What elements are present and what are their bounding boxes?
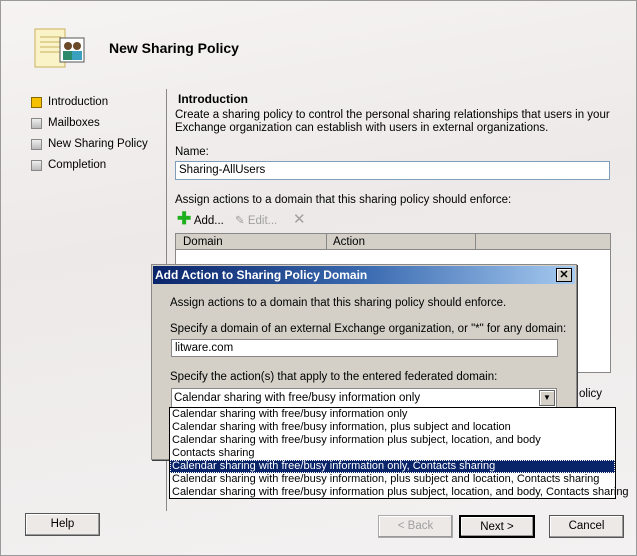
nav-item-introduction: Introduction: [48, 96, 109, 108]
step-current-icon: [31, 97, 42, 108]
description-line-1: Create a sharing policy to control the p…: [175, 109, 610, 121]
dropdown-option[interactable]: Calendar sharing with free/busy informat…: [170, 434, 615, 447]
column-header-domain[interactable]: Domain: [176, 234, 327, 250]
dropdown-option[interactable]: Contacts sharing: [170, 447, 615, 460]
close-icon[interactable]: ✕: [556, 268, 572, 282]
nav-item-new-sharing-policy: New Sharing Policy: [48, 138, 148, 150]
dropdown-option[interactable]: Calendar sharing with free/busy informat…: [170, 473, 615, 486]
dropdown-option[interactable]: Calendar sharing with free/busy informat…: [170, 486, 629, 499]
step-pending-icon: [31, 160, 42, 171]
column-header-action[interactable]: Action: [327, 234, 476, 250]
add-button[interactable]: ✚ Add...: [177, 209, 224, 228]
wizard-title: New Sharing Policy: [109, 40, 239, 56]
domain-input[interactable]: litware.com: [171, 339, 558, 357]
step-pending-icon: [31, 139, 42, 150]
action-dropdown-list[interactable]: Calendar sharing with free/busy informat…: [169, 407, 629, 499]
delete-icon[interactable]: ✕: [293, 210, 306, 228]
nav-item-mailboxes: Mailboxes: [48, 117, 100, 129]
step-pending-icon: [31, 118, 42, 129]
cancel-button[interactable]: Cancel: [549, 515, 624, 538]
action-label: Specify the action(s) that apply to the …: [170, 371, 498, 383]
wizard-window: New Sharing Policy Introduction Mailboxe…: [0, 0, 637, 556]
dropdown-option[interactable]: Calendar sharing with free/busy informat…: [170, 421, 615, 434]
column-header-empty: [476, 234, 610, 250]
edit-label: Edit...: [247, 215, 278, 227]
back-button[interactable]: < Back: [378, 515, 453, 538]
pencil-icon: ✎: [235, 215, 245, 227]
help-button[interactable]: Help: [25, 513, 100, 536]
dialog-titlebar[interactable]: Add Action to Sharing Policy Domain ✕: [153, 266, 575, 284]
chevron-down-icon[interactable]: ▼: [539, 390, 555, 406]
obscured-text: olicy: [579, 388, 603, 400]
dialog-title: Add Action to Sharing Policy Domain: [155, 268, 368, 282]
domain-label: Specify a domain of an external Exchange…: [170, 323, 567, 335]
add-label: Add...: [193, 215, 224, 227]
action-combobox-value: Calendar sharing with free/busy informat…: [174, 392, 421, 404]
sharing-policy-icon: [34, 28, 85, 68]
edit-button[interactable]: ✎ Edit...: [235, 213, 277, 227]
nav-item-completion: Completion: [48, 159, 107, 171]
description-line-2: Exchange organization can establish with…: [175, 122, 549, 134]
dialog-intro: Assign actions to a domain that this sha…: [170, 297, 507, 309]
assign-label: Assign actions to a domain that this sha…: [175, 194, 512, 206]
name-input[interactable]: Sharing-AllUsers: [175, 161, 610, 180]
dropdown-option[interactable]: Calendar sharing with free/busy informat…: [170, 460, 615, 473]
section-title: Introduction: [178, 92, 248, 106]
next-button[interactable]: Next >: [459, 515, 535, 538]
action-combobox[interactable]: Calendar sharing with free/busy informat…: [171, 388, 557, 408]
add-icon: ✚: [177, 209, 192, 228]
dropdown-option[interactable]: Calendar sharing with free/busy informat…: [170, 408, 615, 421]
name-label: Name:: [175, 146, 209, 158]
